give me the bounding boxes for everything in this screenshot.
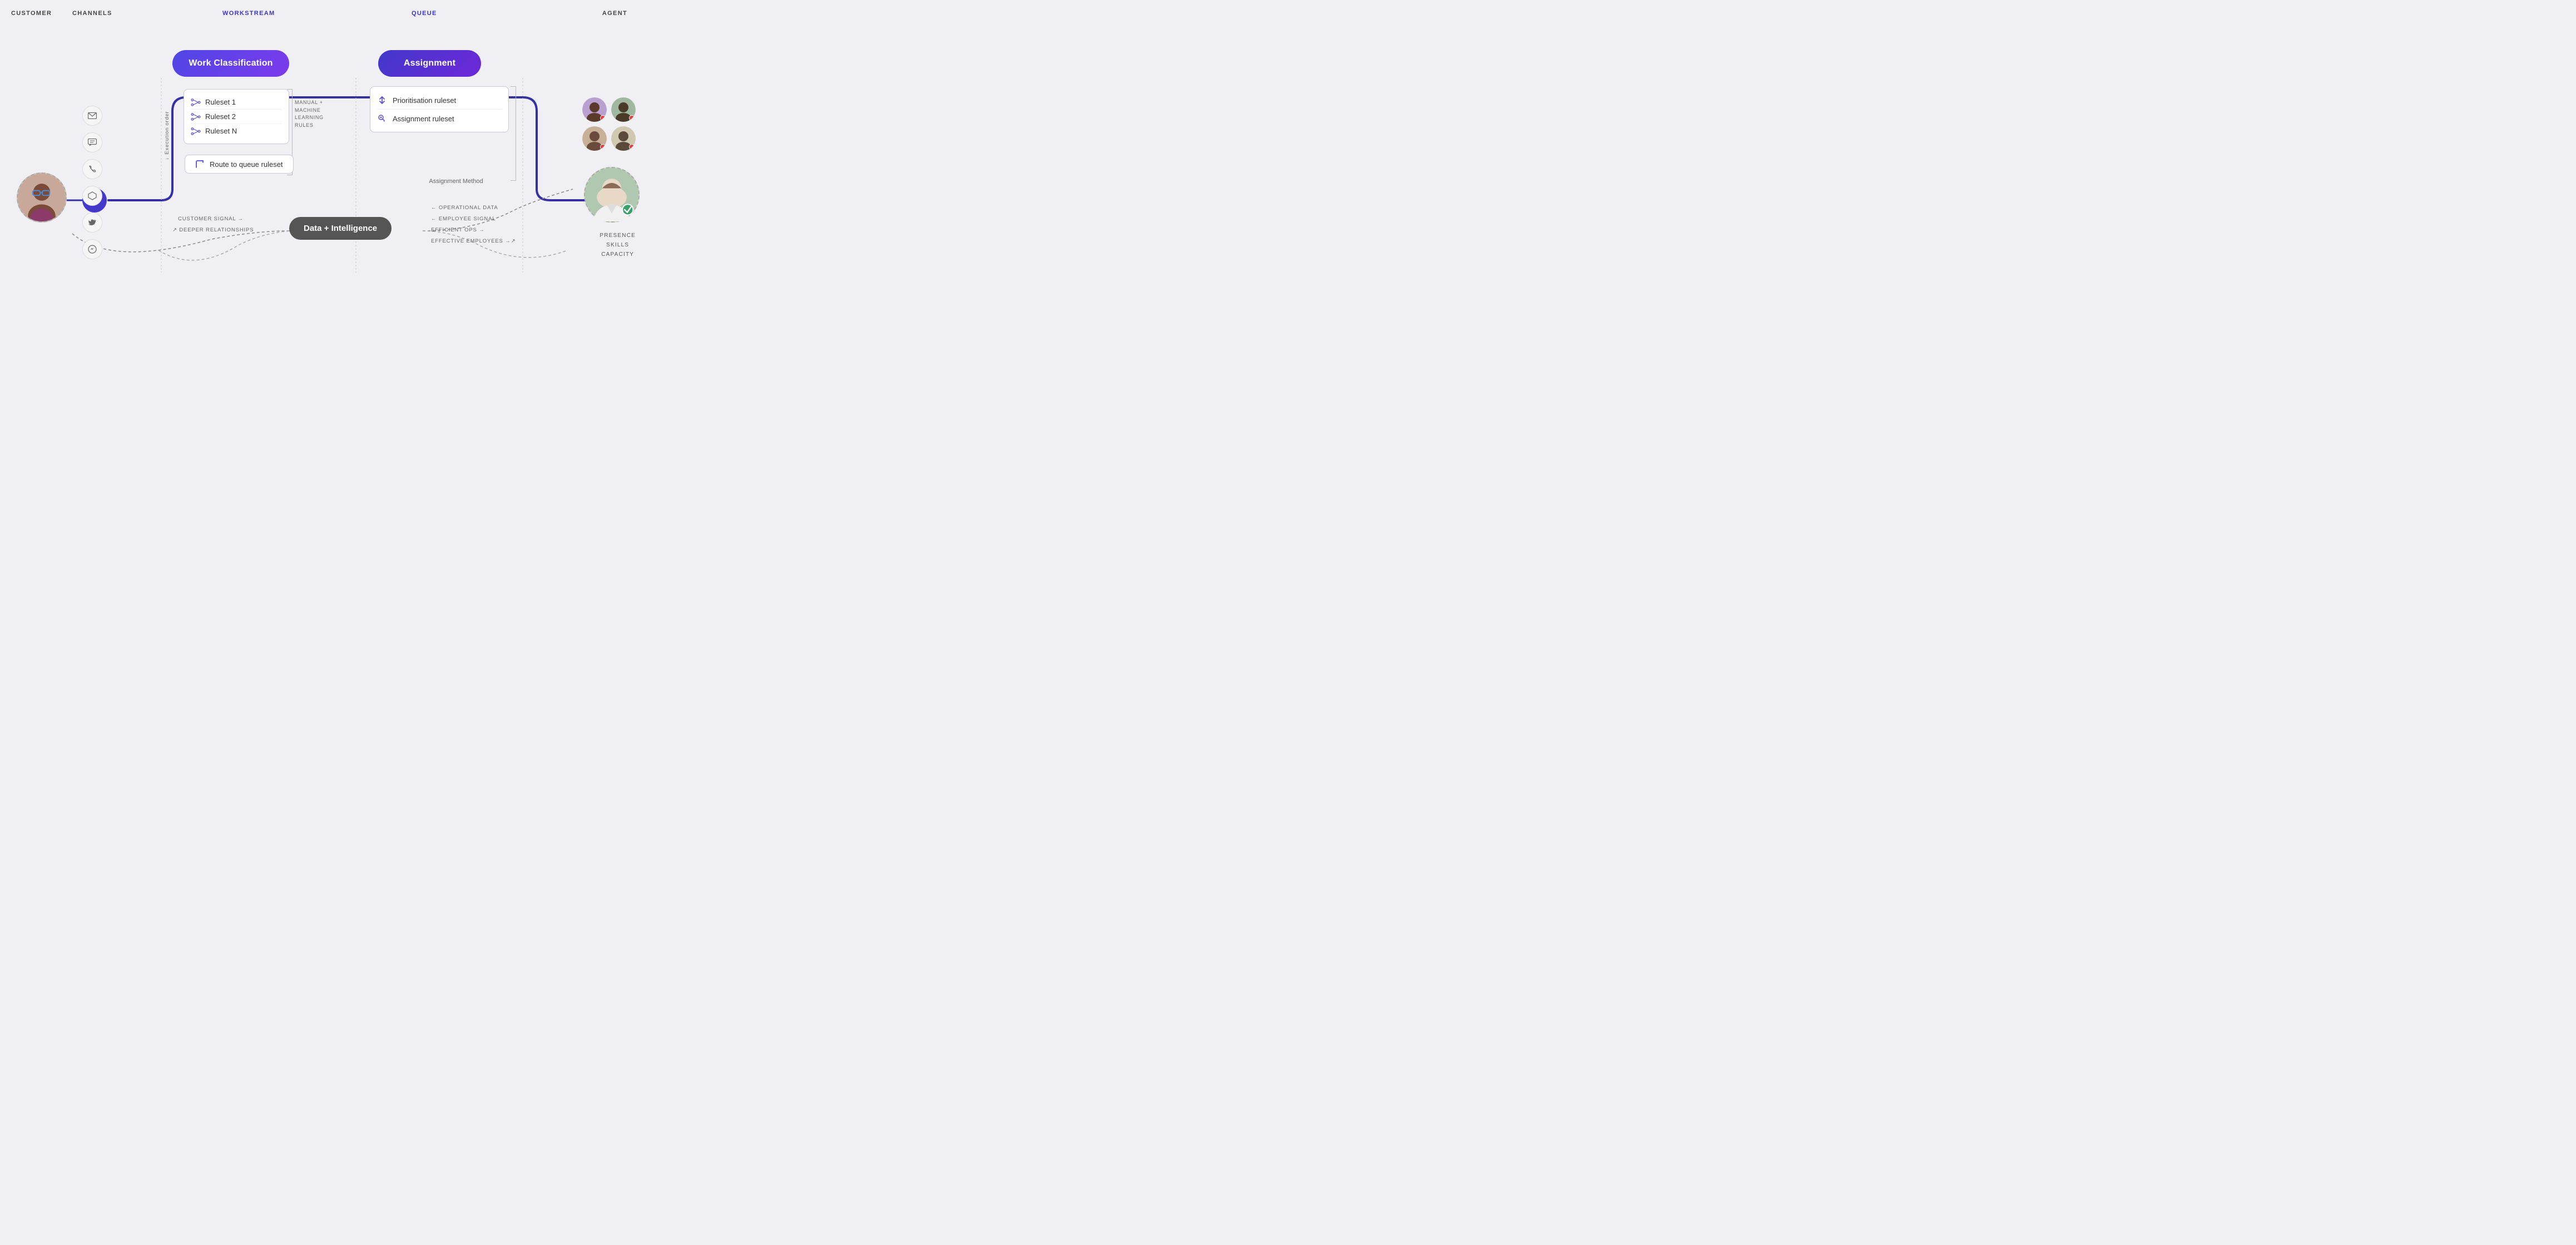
efficient-ops-label: EFFICIENT OPS → — [431, 227, 485, 233]
execution-order-label: ↓ Execution order — [164, 111, 170, 160]
header-channels: CHANNELS — [72, 10, 112, 17]
sms-channel-icon[interactable] — [82, 132, 102, 152]
email-channel-icon[interactable] — [82, 106, 102, 126]
agent-avatar-2 — [611, 97, 636, 122]
customer-signal-label: CUSTOMER SIGNAL → — [178, 216, 244, 222]
rulesets-container: Ruleset 1 Ruleset 2 Ruleset N — [184, 89, 289, 144]
header-customer: CUSTOMER — [11, 10, 52, 17]
assignment-pill[interactable]: Assignment — [378, 50, 481, 77]
agent-avatars-grid — [582, 97, 636, 151]
agent-avatar-4 — [611, 126, 636, 151]
work-classification-pill[interactable]: Work Classification — [172, 50, 289, 77]
header-agent: AGENT — [602, 10, 627, 17]
assignment-ruleset[interactable]: Assignment ruleset — [377, 110, 502, 127]
effective-employees-label: EFFECTIVE EMPLOYEES →↗ — [431, 238, 516, 244]
main-agent-avatar — [584, 167, 640, 223]
ruleset-item-n[interactable]: Ruleset N — [191, 124, 282, 138]
ml-rules-label: MANUAL + MACHINE LEARNING RULES — [295, 99, 324, 129]
route-to-queue-label: Route to queue ruleset — [210, 160, 283, 169]
customer-avatar — [17, 172, 67, 223]
agent-4-status — [629, 144, 635, 150]
messenger-channel-icon[interactable] — [82, 239, 102, 259]
header-workstream: WORKSTREAM — [222, 10, 275, 17]
route-to-queue-box[interactable]: Route to queue ruleset — [185, 155, 294, 174]
ruleset-item-1[interactable]: Ruleset 1 — [191, 95, 282, 110]
agent-attributes-labels: PRESENCE SKILLS CAPACITY — [600, 231, 636, 259]
agent-avatar-3 — [582, 126, 607, 151]
queue-bracket — [511, 86, 516, 181]
channel-icons-list — [82, 106, 102, 259]
twitter-channel-icon[interactable] — [82, 213, 102, 233]
agent-1-status — [600, 115, 606, 121]
deeper-relationships-label: ↗ DEEPER RELATIONSHIPS — [172, 227, 254, 233]
assignment-method-label: Assignment Method — [406, 178, 506, 185]
widget-channel-icon[interactable] — [82, 186, 102, 206]
agent-2-status — [629, 115, 635, 121]
operational-data-label: ← OPERATIONAL DATA — [431, 205, 498, 211]
header-queue: QUEUE — [412, 10, 437, 17]
queue-methods-container: Prioritisation ruleset Assignment rulese… — [370, 86, 509, 132]
data-intelligence-pill[interactable]: Data + Intelligence — [289, 217, 392, 240]
prioritisation-ruleset[interactable]: Prioritisation ruleset — [377, 91, 502, 110]
phone-channel-icon[interactable] — [82, 159, 102, 179]
agent-avatar-1 — [582, 97, 607, 122]
ruleset-item-2[interactable]: Ruleset 2 — [191, 110, 282, 124]
employee-signal-label: ← EMPLOYEE SIGNAL — [431, 216, 496, 222]
agent-3-status — [600, 144, 606, 150]
